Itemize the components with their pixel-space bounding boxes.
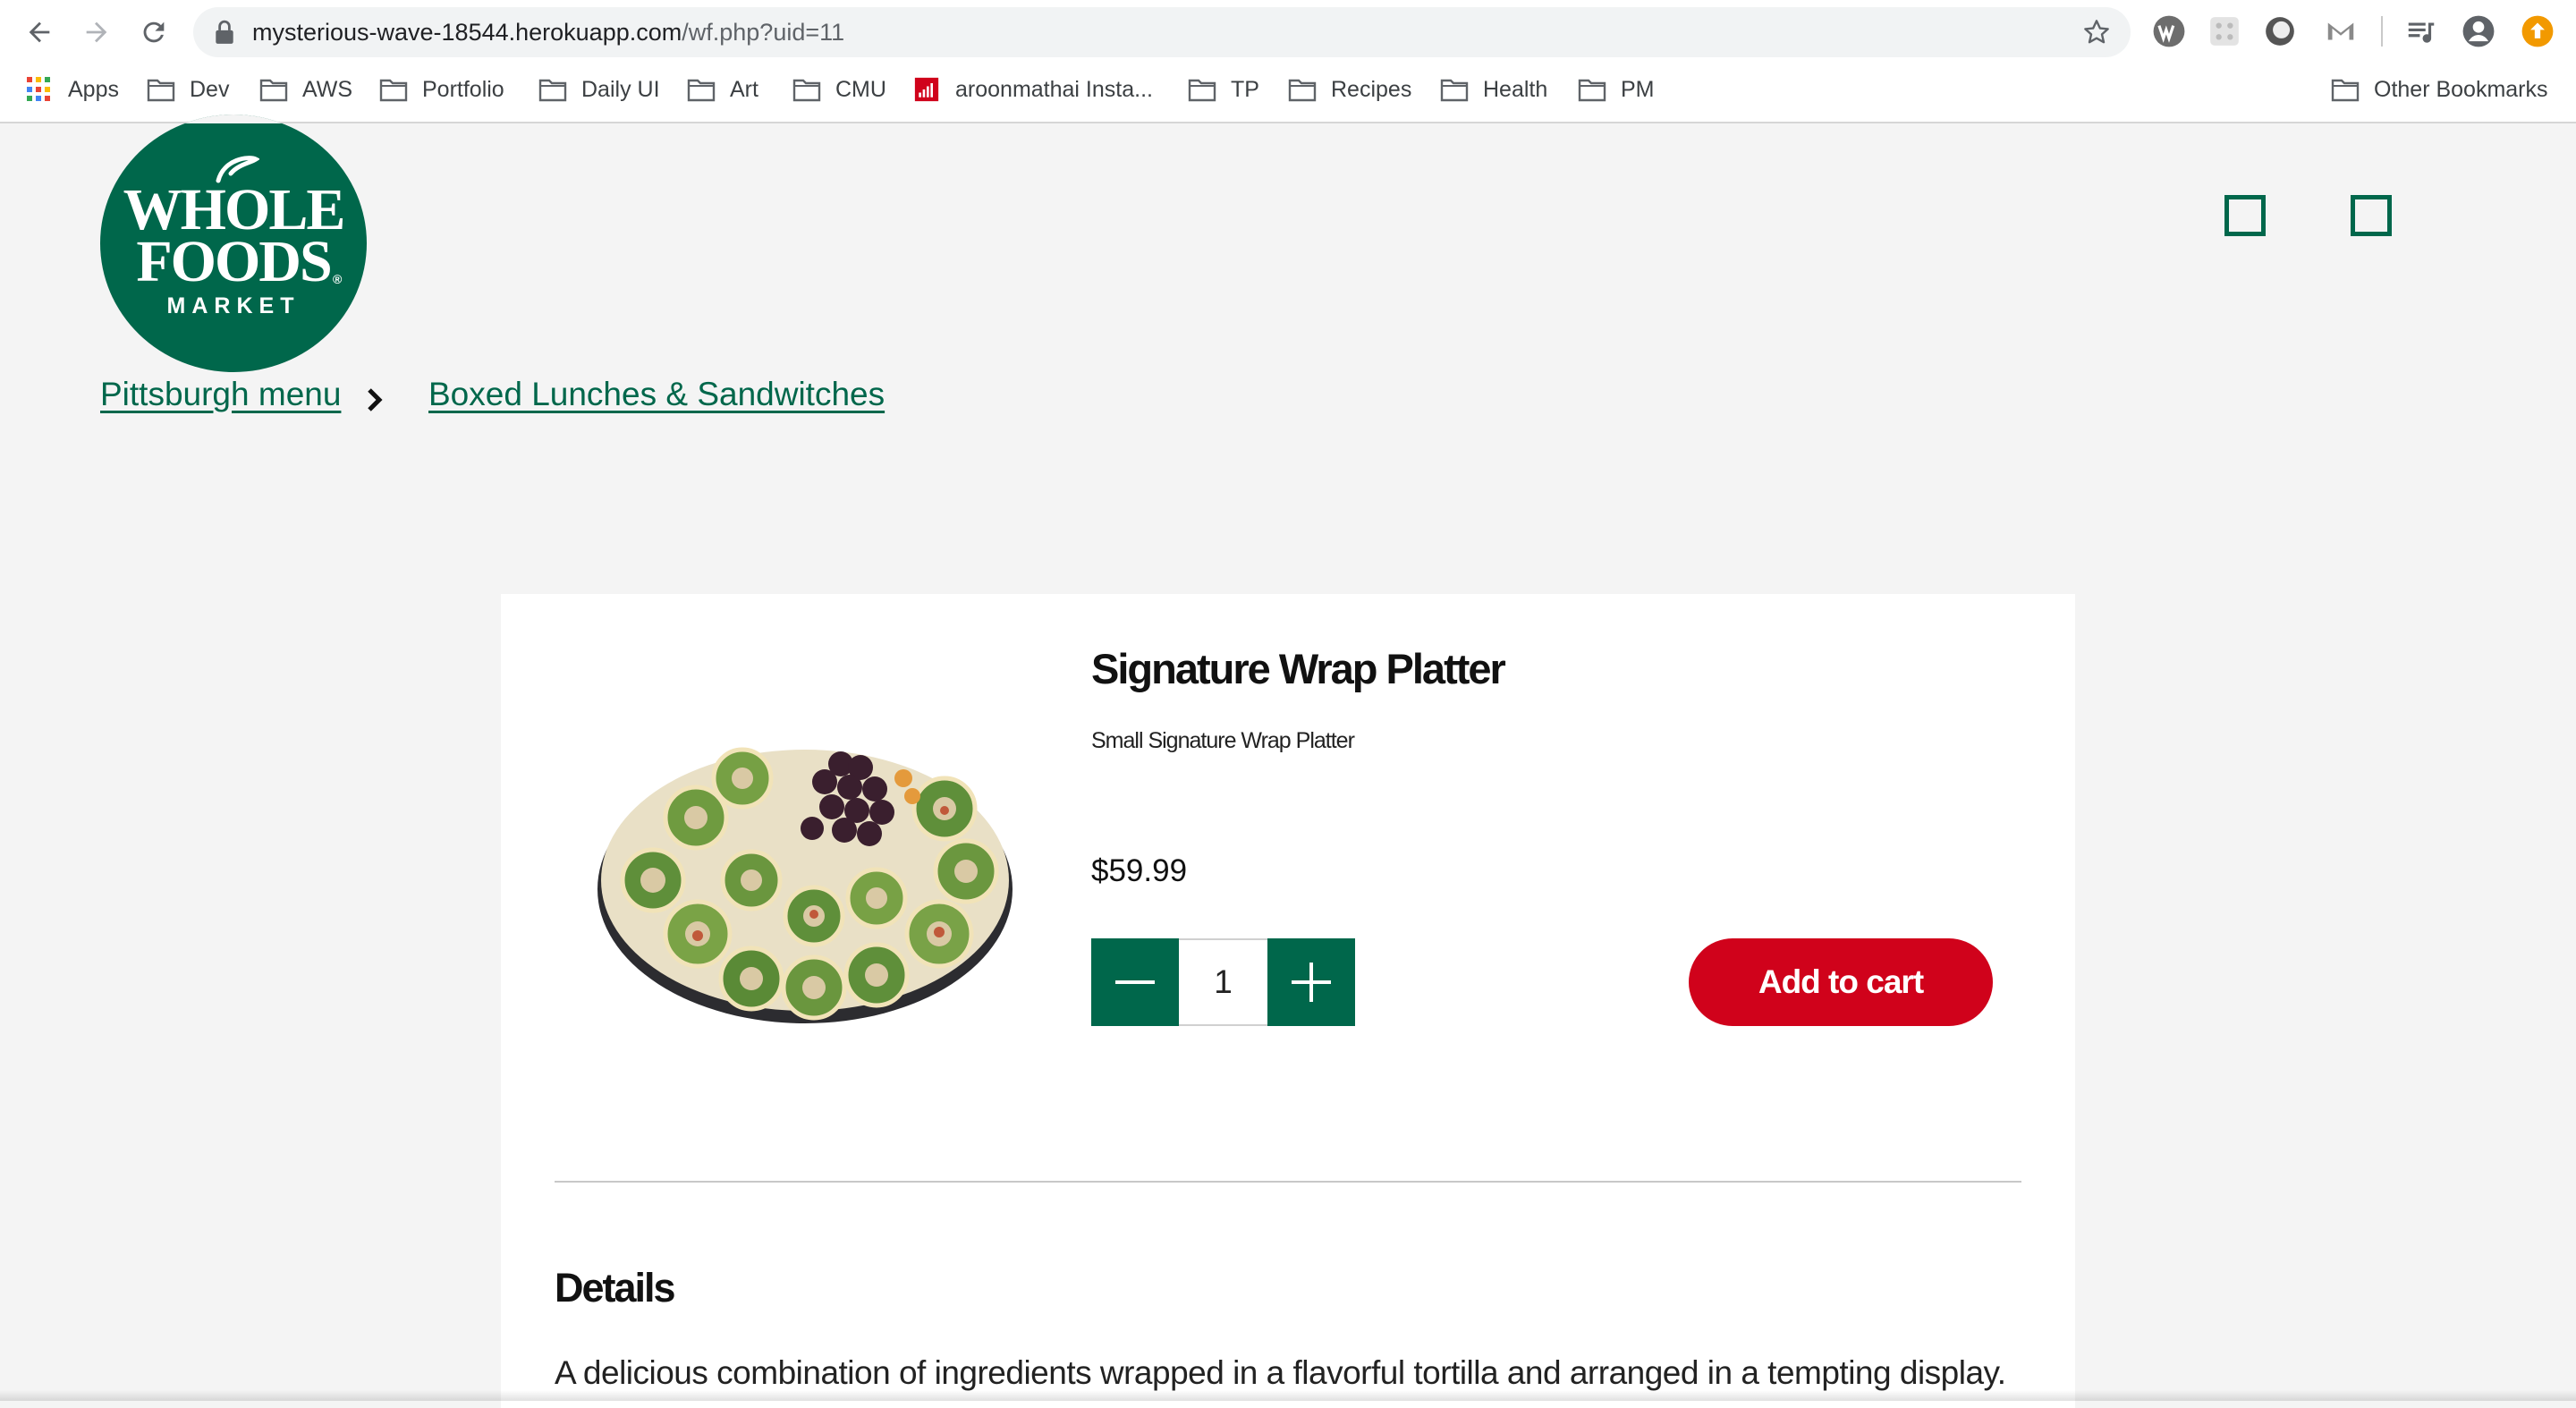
bookmark-recipes[interactable]: Recipes: [1288, 68, 1411, 111]
bookmark-health[interactable]: Health: [1440, 68, 1547, 111]
playlist-icon: [2408, 22, 2435, 43]
extension-circle-button[interactable]: [2263, 14, 2297, 48]
quantity-decrease-button[interactable]: [1091, 938, 1179, 1026]
window-bottom-shadow: [0, 1390, 2576, 1401]
arrow-left-icon: [29, 21, 50, 43]
logo-edge: [100, 115, 367, 123]
update-button[interactable]: [2521, 14, 2555, 48]
bookmark-label: TP: [1231, 76, 1259, 102]
bookmark-insta[interactable]: aroonmathai Insta...: [912, 68, 1153, 111]
url-text: mysterious-wave-18544.herokuapp.com/wf.p…: [252, 7, 844, 57]
url-host: mysterious-wave-18544.herokuapp.com: [252, 19, 682, 46]
details-heading: Details: [555, 1265, 676, 1310]
quantity-field[interactable]: 1: [1179, 938, 1267, 1026]
lock-icon: [216, 20, 233, 44]
folder-icon: [1288, 79, 1317, 102]
browser-toolbar: mysterious-wave-18544.herokuapp.com/wf.p…: [0, 0, 2576, 123]
breadcrumb-pittsburgh-menu[interactable]: Pittsburgh menu: [100, 376, 341, 413]
folder-icon: [1440, 79, 1469, 102]
folder-icon: [147, 79, 175, 102]
logo-text-market: MARKET: [166, 293, 301, 318]
extension-grid-button[interactable]: [2207, 14, 2241, 48]
whole-foods-logo[interactable]: WHOLE FOODS ® MARKET: [100, 115, 367, 372]
wordpress-icon: [2153, 15, 2185, 47]
product-price: $59.99: [1091, 853, 1188, 888]
product-title: Signature Wrap Platter: [1091, 645, 1506, 692]
profile-button[interactable]: [2462, 14, 2496, 48]
update-arrow-icon: [2521, 15, 2554, 47]
bookmark-label: Dev: [190, 76, 230, 102]
bar-chart-favicon: [914, 77, 939, 102]
folder-icon: [2331, 79, 2360, 102]
product-card: Signature Wrap Platter Small Signature W…: [501, 594, 2075, 1408]
chevron-right-icon: [368, 388, 383, 411]
bookmark-pm[interactable]: PM: [1578, 68, 1655, 111]
bookmark-label: Health: [1483, 76, 1548, 102]
folder-icon: [538, 79, 567, 102]
bookmark-label: aroonmathai Insta...: [955, 76, 1153, 102]
pattern-icon: [2210, 17, 2239, 46]
minus-icon: [1115, 980, 1155, 984]
reload-button[interactable]: [134, 13, 174, 52]
bookmark-label: PM: [1621, 76, 1655, 102]
folder-icon: [379, 79, 408, 102]
breadcrumb-boxed-lunches[interactable]: Boxed Lunches & Sandwitches: [428, 376, 885, 413]
bookmark-label: CMU: [835, 76, 886, 102]
reload-icon: [143, 21, 165, 43]
bookmark-tp[interactable]: TP: [1188, 68, 1259, 111]
bookmark-label: AWS: [302, 76, 353, 102]
plus-icon: [1292, 963, 1331, 1002]
forward-button[interactable]: [77, 13, 116, 52]
section-divider: [555, 1181, 2021, 1183]
bookmark-label: Apps: [68, 76, 119, 102]
circle-extension-icon: [2266, 17, 2294, 46]
bookmark-daily-ui[interactable]: Daily UI: [538, 68, 660, 111]
folder-icon: [687, 79, 716, 102]
bookmark-star-icon[interactable]: [2082, 18, 2111, 47]
quantity-increase-button[interactable]: [1267, 938, 1355, 1026]
folder-icon: [1188, 79, 1216, 102]
back-button[interactable]: [20, 13, 59, 52]
bookmark-dev[interactable]: Dev: [147, 68, 229, 111]
media-control-button[interactable]: [2404, 14, 2438, 48]
extension-gmail-button[interactable]: [2324, 14, 2358, 48]
details-description: A delicious combination of ingredients w…: [555, 1354, 2006, 1391]
add-to-cart-button[interactable]: Add to cart: [1689, 938, 1993, 1026]
mail-icon: [2327, 22, 2354, 40]
product-subtitle: Small Signature Wrap Platter: [1091, 728, 1355, 753]
bookmark-label: Recipes: [1331, 76, 1412, 102]
bookmark-art[interactable]: Art: [687, 68, 758, 111]
bookmark-label: Portfolio: [422, 76, 504, 102]
bookmark-label: Art: [730, 76, 758, 102]
bookmarks-bar: Apps Dev AWS Portfolio Daily UI Art CMU: [0, 68, 2576, 111]
extension-w-button[interactable]: [2152, 14, 2186, 48]
bookmark-label: Other Bookmarks: [2374, 76, 2548, 102]
bookmark-portfolio[interactable]: Portfolio: [379, 68, 504, 111]
folder-icon: [1578, 79, 1606, 102]
arrow-right-icon: [86, 21, 107, 43]
address-bar[interactable]: mysterious-wave-18544.herokuapp.com/wf.p…: [193, 7, 2131, 57]
logo-text-foods: FOODS: [136, 229, 332, 294]
account-circle-icon: [2462, 15, 2495, 47]
folder-icon: [792, 79, 821, 102]
apps-grid-icon: [27, 77, 52, 102]
url-path: /wf.php?uid=11: [682, 19, 845, 46]
bookmark-other[interactable]: Other Bookmarks: [2331, 68, 2548, 111]
toolbar-separator: [2381, 16, 2383, 47]
wrap-platter-image: [597, 747, 1013, 1023]
bookmark-cmu[interactable]: CMU: [792, 68, 886, 111]
logo-registered-mark: ®: [333, 272, 343, 286]
bookmark-apps[interactable]: Apps: [27, 68, 119, 111]
bookmark-label: Daily UI: [581, 76, 660, 102]
bookmark-aws[interactable]: AWS: [259, 68, 352, 111]
folder-icon: [259, 79, 288, 102]
cart-square-icon[interactable]: [2351, 195, 2392, 236]
account-square-icon[interactable]: [2224, 195, 2266, 236]
